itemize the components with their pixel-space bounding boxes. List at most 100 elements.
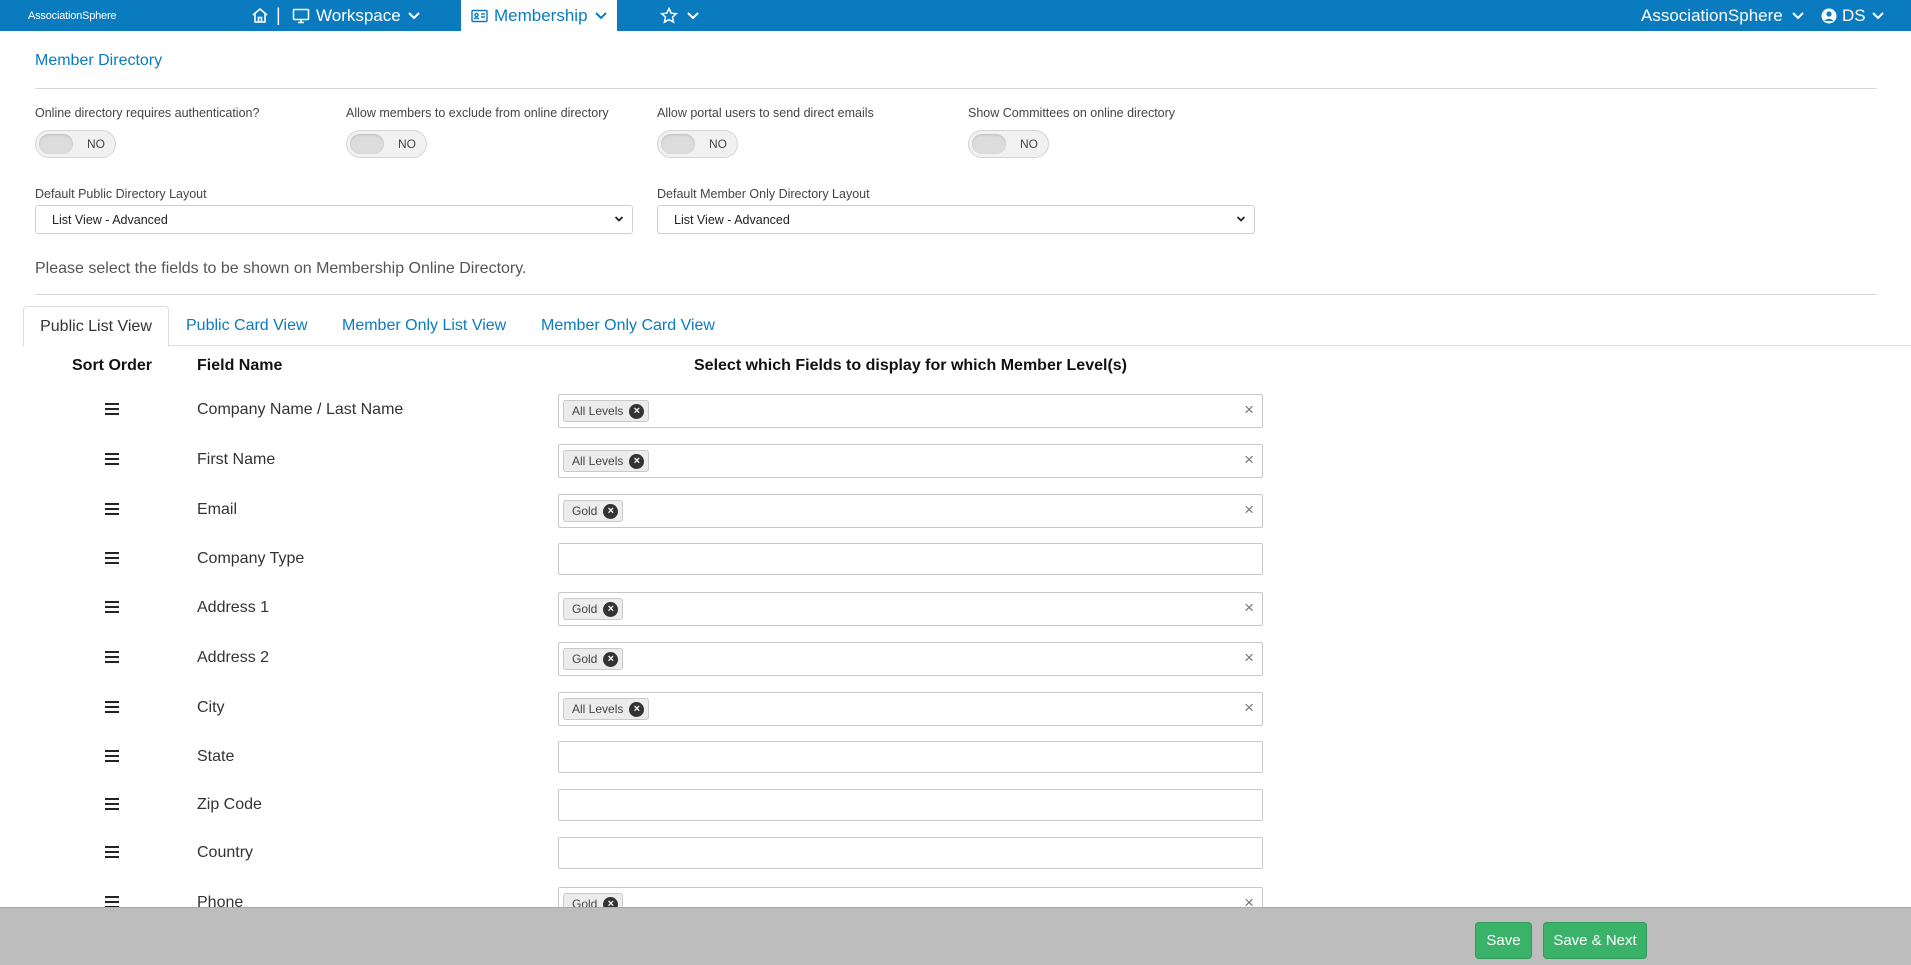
member-level-select[interactable]: Gold × ×	[558, 592, 1263, 626]
toggle-direct-emails-group: Allow portal users to send direct emails…	[657, 106, 874, 158]
remove-chip-icon[interactable]: ×	[603, 651, 619, 667]
toggle-show-committees[interactable]: NO	[968, 130, 1049, 158]
drag-handle-icon[interactable]	[104, 402, 120, 421]
chevron-down-icon	[594, 11, 607, 19]
toggle-state: NO	[87, 137, 105, 151]
star-icon	[660, 7, 678, 24]
tab-public-card-view[interactable]: Public Card View	[186, 306, 308, 346]
toggle-direct-emails[interactable]: NO	[657, 130, 738, 158]
level-chip-label: All Levels	[572, 454, 624, 468]
toggle-state: NO	[1020, 137, 1038, 151]
toggle-knob	[39, 134, 73, 154]
toggle-require-auth[interactable]: NO	[35, 130, 116, 158]
member-level-select[interactable]: All Levels × ×	[558, 444, 1263, 478]
drag-handle-icon[interactable]	[104, 600, 120, 619]
remove-chip-icon[interactable]: ×	[629, 701, 645, 717]
instructions-text: Please select the fields to be shown on …	[35, 260, 527, 277]
app-logo[interactable]: AssociationSphere	[28, 2, 117, 29]
toggle-state: NO	[709, 137, 727, 151]
drag-handle-icon[interactable]	[104, 502, 120, 521]
home-button[interactable]	[251, 0, 269, 31]
chevron-down-icon	[1236, 216, 1246, 222]
nav-separator: |	[276, 5, 281, 25]
table-row: First Name All Levels × ×	[0, 444, 1300, 484]
toggle-knob	[350, 134, 384, 154]
save-button[interactable]: Save	[1475, 922, 1532, 959]
level-chip: Gold ×	[563, 500, 624, 522]
member-level-select[interactable]	[558, 741, 1263, 773]
top-navbar: AssociationSphere | Workspace Membership…	[0, 0, 1911, 31]
level-chip-label: Gold	[572, 652, 598, 666]
tab-public-list-view[interactable]: Public List View	[23, 306, 169, 347]
toggle-knob	[661, 134, 695, 154]
member-level-select[interactable]: All Levels × ×	[558, 692, 1263, 726]
select-value: List View - Advanced	[674, 213, 790, 227]
nav-workspace-label: Workspace	[316, 5, 401, 25]
nav-user-menu[interactable]: DS	[1821, 0, 1885, 31]
drag-handle-icon[interactable]	[104, 845, 120, 864]
member-layout-select[interactable]: List View - Advanced	[657, 205, 1255, 234]
table-row: Address 1 Gold × ×	[0, 592, 1300, 632]
table-row: State	[0, 741, 1300, 781]
id-card-icon	[471, 9, 488, 22]
select-label: Default Member Only Directory Layout	[657, 187, 870, 201]
toggle-knob	[972, 134, 1006, 154]
nav-workspace-menu[interactable]: Workspace	[292, 0, 421, 31]
header-member-levels: Select which Fields to display for which…	[694, 357, 1127, 374]
header-sort-order: Sort Order	[72, 357, 153, 374]
nav-membership-label: Membership	[494, 5, 588, 25]
clear-selection-icon[interactable]: ×	[1244, 698, 1254, 718]
toggle-state: NO	[398, 137, 416, 151]
chevron-down-icon	[1871, 11, 1884, 19]
toggle-allow-exclude[interactable]: NO	[346, 130, 427, 158]
chevron-down-icon	[687, 11, 699, 19]
remove-chip-icon[interactable]: ×	[629, 453, 645, 469]
member-level-select[interactable]	[558, 789, 1263, 821]
drag-handle-icon[interactable]	[104, 797, 120, 816]
toggle-label: Allow portal users to send direct emails	[657, 106, 874, 120]
remove-chip-icon[interactable]: ×	[603, 601, 619, 617]
home-icon	[252, 7, 268, 23]
monitor-icon	[292, 8, 310, 23]
tab-member-only-list-view[interactable]: Member Only List View	[342, 306, 506, 346]
nav-favorites-menu[interactable]	[660, 0, 700, 31]
view-tabs: Public List View Public Card View Member…	[23, 306, 1911, 347]
clear-selection-icon[interactable]: ×	[1244, 598, 1254, 618]
remove-chip-icon[interactable]: ×	[603, 503, 619, 519]
nav-membership-menu[interactable]: Membership	[461, 0, 617, 31]
save-next-button[interactable]: Save & Next	[1543, 922, 1647, 959]
level-chip-label: All Levels	[572, 404, 624, 418]
nav-org-menu[interactable]: AssociationSphere	[1641, 0, 1805, 31]
remove-chip-icon[interactable]: ×	[629, 403, 645, 419]
member-level-select[interactable]: Gold × ×	[558, 494, 1263, 528]
tab-member-only-card-view[interactable]: Member Only Card View	[541, 306, 715, 346]
field-name: Company Type	[197, 550, 305, 567]
clear-selection-icon[interactable]: ×	[1244, 648, 1254, 668]
member-level-select[interactable]: Gold × ×	[558, 642, 1263, 676]
table-row: Address 2 Gold × ×	[0, 642, 1300, 682]
drag-handle-icon[interactable]	[104, 749, 120, 768]
nav-org-label: AssociationSphere	[1641, 5, 1783, 25]
clear-selection-icon[interactable]: ×	[1244, 400, 1254, 420]
clear-selection-icon[interactable]: ×	[1244, 450, 1254, 470]
field-name: Country	[197, 844, 254, 861]
toggle-show-committees-group: Show Committees on online directory NO	[968, 106, 1175, 158]
table-row: Country	[0, 837, 1300, 877]
member-level-select[interactable]	[558, 543, 1263, 575]
chevron-down-icon	[1792, 11, 1804, 19]
table-row: City All Levels × ×	[0, 692, 1300, 732]
public-layout-select[interactable]: List View - Advanced	[35, 205, 633, 234]
drag-handle-icon[interactable]	[104, 452, 120, 471]
divider	[35, 294, 1877, 295]
chevron-down-icon	[614, 216, 624, 222]
level-chip: All Levels ×	[563, 450, 650, 472]
clear-selection-icon[interactable]: ×	[1244, 500, 1254, 520]
toggle-require-auth-group: Online directory requires authentication…	[35, 106, 259, 158]
member-level-select[interactable]: All Levels × ×	[558, 394, 1263, 428]
drag-handle-icon[interactable]	[104, 700, 120, 719]
member-level-select[interactable]	[558, 837, 1263, 869]
drag-handle-icon[interactable]	[104, 551, 120, 570]
drag-handle-icon[interactable]	[104, 650, 120, 669]
field-name: Email	[197, 501, 238, 518]
level-chip: All Levels ×	[563, 400, 650, 422]
